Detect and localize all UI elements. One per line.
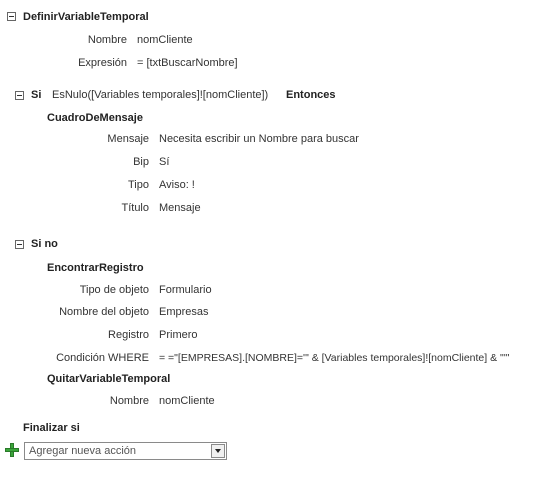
add-icon[interactable] [5, 443, 19, 457]
argument-label-nombre-del-objeto: Nombre del objeto [59, 306, 149, 318]
action-definir-variable-temporal[interactable]: DefinirVariableTemporal [23, 10, 149, 24]
action-quitar-variable-temporal[interactable]: QuitarVariableTemporal [47, 372, 170, 386]
dropdown-arrow-icon[interactable] [211, 444, 225, 458]
argument-label-mensaje: Mensaje [107, 133, 149, 145]
add-new-action-select[interactable]: Agregar nueva acción [24, 442, 227, 460]
argument-value-tipo[interactable]: Aviso: ! [159, 178, 195, 192]
if-keyword: Si [31, 89, 42, 101]
argument-label-tipo-de-objeto: Tipo de objeto [79, 284, 149, 296]
argument-label-registro: Registro [108, 329, 149, 341]
then-keyword: Entonces [286, 89, 336, 101]
if-condition[interactable]: EsNulo([Variables temporales]![nomClient… [52, 88, 268, 102]
collapse-toggle-icon[interactable] [15, 240, 24, 249]
action-encontrar-registro[interactable]: EncontrarRegistro [47, 261, 144, 275]
argument-value-nombre[interactable]: nomCliente [159, 394, 215, 408]
argument-label-bip: Bip [133, 156, 149, 168]
argument-label-nombre: Nombre [87, 34, 127, 46]
end-if-keyword: Finalizar si [23, 422, 80, 434]
argument-value-bip[interactable]: Sí [159, 155, 169, 169]
argument-label-titulo: Título [121, 202, 149, 214]
argument-value-registro[interactable]: Primero [159, 328, 198, 342]
action-cuadro-de-mensaje[interactable]: CuadroDeMensaje [47, 111, 143, 125]
argument-value-titulo[interactable]: Mensaje [159, 201, 201, 215]
argument-label-condicion-where: Condición WHERE [56, 352, 149, 364]
collapse-toggle-icon[interactable] [7, 12, 16, 21]
argument-label-nombre: Nombre [109, 395, 149, 407]
argument-value-mensaje[interactable]: Necesita escribir un Nombre para buscar [159, 132, 359, 146]
argument-value-expresion[interactable]: = [txtBuscarNombre] [137, 56, 238, 70]
else-keyword: Si no [31, 238, 58, 250]
argument-value-nombre[interactable]: nomCliente [137, 33, 193, 47]
argument-label-expresion: Expresión [78, 57, 127, 69]
add-new-action-value: Agregar nueva acción [29, 445, 137, 457]
argument-label-tipo: Tipo [128, 179, 149, 191]
collapse-toggle-icon[interactable] [15, 91, 24, 100]
argument-value-condicion-where[interactable]: = ="[EMPRESAS].[NOMBRE]='" & [Variables … [159, 351, 509, 365]
argument-value-nombre-del-objeto[interactable]: Empresas [159, 305, 209, 319]
argument-value-tipo-de-objeto[interactable]: Formulario [159, 283, 212, 297]
